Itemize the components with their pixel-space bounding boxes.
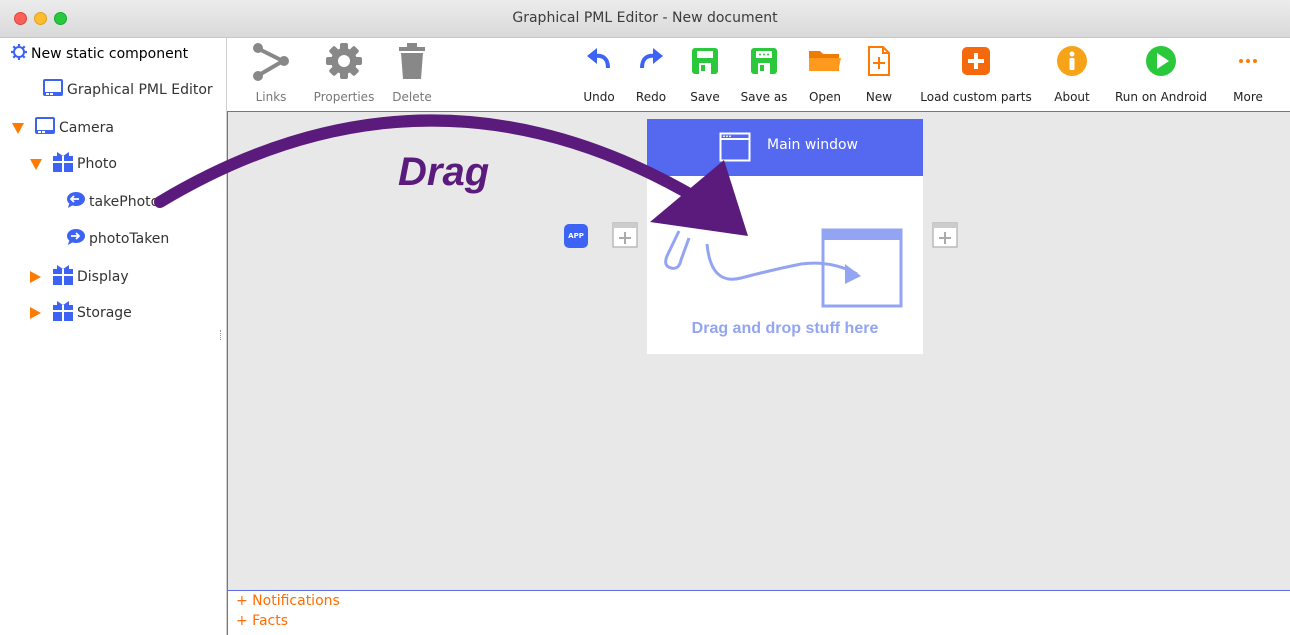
tree-item-label: Camera bbox=[59, 120, 114, 136]
redo-icon bbox=[636, 38, 666, 84]
new-button[interactable]: New bbox=[861, 38, 897, 111]
save-as-label: Save as bbox=[740, 90, 788, 104]
undo-label: Undo bbox=[583, 90, 615, 104]
drag-annotation-label: Drag bbox=[398, 150, 490, 194]
tree-item-label: Graphical PML Editor bbox=[67, 82, 213, 98]
bottom-panel: + Notifications + Facts bbox=[227, 590, 1290, 635]
tree-item-label: takePhoto bbox=[89, 194, 160, 210]
tree-item-takephoto[interactable]: takePhoto bbox=[66, 189, 159, 215]
add-icon bbox=[961, 38, 991, 84]
gear-icon bbox=[324, 38, 364, 84]
main-window-drop-zone[interactable]: Drag and drop stuff here bbox=[647, 176, 923, 354]
links-button[interactable]: Links bbox=[251, 38, 291, 111]
collapsed-arrow-icon[interactable] bbox=[30, 307, 41, 319]
save-as-icon bbox=[750, 38, 778, 84]
open-button[interactable]: Open bbox=[805, 38, 845, 111]
event-out-icon bbox=[66, 228, 86, 250]
expand-arrow-icon[interactable] bbox=[30, 158, 42, 170]
app-badge[interactable]: APP bbox=[564, 224, 588, 248]
new-file-icon bbox=[867, 38, 891, 84]
undo-button[interactable]: Undo bbox=[581, 38, 617, 111]
window-icon bbox=[719, 132, 751, 162]
load-custom-parts-button[interactable]: Load custom parts bbox=[915, 38, 1037, 111]
add-window-icon bbox=[612, 222, 638, 248]
add-window-left-button[interactable] bbox=[612, 222, 638, 248]
component-tree: New static component Graphical PML Edito… bbox=[0, 38, 227, 635]
package-icon bbox=[52, 151, 74, 177]
device-icon bbox=[34, 115, 56, 141]
add-window-right-button[interactable] bbox=[932, 222, 958, 248]
save-button[interactable]: Save bbox=[685, 38, 725, 111]
more-button[interactable]: More bbox=[1229, 38, 1267, 111]
notifications-toggle[interactable]: + Notifications bbox=[228, 591, 1290, 611]
toolbar: Links Properties Delete Undo Redo Save S… bbox=[227, 38, 1290, 112]
tree-item-label: Display bbox=[77, 269, 129, 285]
main-window-header[interactable]: Main window bbox=[647, 119, 923, 176]
about-button[interactable]: About bbox=[1051, 38, 1093, 111]
device-icon bbox=[42, 77, 64, 103]
window-titlebar: Graphical PML Editor - New document bbox=[0, 0, 1290, 38]
tree-item-photo[interactable]: Photo bbox=[30, 151, 117, 177]
tree-item-phototaken[interactable]: photoTaken bbox=[66, 226, 169, 252]
tree-item-storage[interactable]: Storage bbox=[30, 300, 132, 326]
undo-icon bbox=[584, 38, 614, 84]
links-icon bbox=[251, 38, 291, 84]
redo-button[interactable]: Redo bbox=[633, 38, 669, 111]
drag-drop-illustration-icon bbox=[664, 228, 903, 308]
tree-item-new-static-component[interactable]: New static component bbox=[10, 41, 188, 67]
expand-arrow-icon[interactable] bbox=[12, 122, 24, 134]
properties-button[interactable]: Properties bbox=[309, 38, 379, 111]
window-title: Graphical PML Editor - New document bbox=[512, 10, 778, 26]
tree-item-graphical-pml-editor[interactable]: Graphical PML Editor bbox=[42, 77, 213, 103]
tree-item-label: Storage bbox=[77, 305, 132, 321]
drop-hint-text: Drag and drop stuff here bbox=[691, 320, 879, 337]
tree-item-label: Photo bbox=[77, 156, 117, 172]
floppy-icon bbox=[691, 38, 719, 84]
more-dots-icon bbox=[1237, 38, 1259, 84]
package-icon bbox=[52, 264, 74, 290]
save-label: Save bbox=[690, 90, 720, 104]
delete-label: Delete bbox=[392, 90, 432, 104]
facts-toggle[interactable]: + Facts bbox=[228, 611, 1290, 631]
save-as-button[interactable]: Save as bbox=[739, 38, 789, 111]
new-label: New bbox=[865, 90, 893, 104]
open-label: Open bbox=[808, 90, 842, 104]
main-window-title: Main window bbox=[767, 137, 858, 153]
more-label: More bbox=[1233, 90, 1263, 104]
load-custom-parts-label: Load custom parts bbox=[920, 90, 1032, 104]
splitter-grip[interactable] bbox=[220, 330, 224, 340]
tree-item-camera[interactable]: Camera bbox=[12, 115, 114, 141]
event-in-icon bbox=[66, 191, 86, 213]
redo-label: Redo bbox=[635, 90, 667, 104]
properties-label: Properties bbox=[313, 90, 375, 104]
run-on-android-label: Run on Android bbox=[1115, 90, 1207, 104]
trash-icon bbox=[397, 38, 427, 84]
gear-outline-icon bbox=[10, 43, 28, 65]
add-window-icon bbox=[932, 222, 958, 248]
run-on-android-button[interactable]: Run on Android bbox=[1107, 38, 1215, 111]
links-label: Links bbox=[255, 90, 287, 104]
tree-item-label: photoTaken bbox=[89, 231, 170, 247]
package-icon bbox=[52, 300, 74, 326]
tree-item-label: New static component bbox=[31, 46, 189, 62]
delete-button[interactable]: Delete bbox=[389, 38, 435, 111]
collapsed-arrow-icon[interactable] bbox=[30, 271, 41, 283]
about-label: About bbox=[1054, 90, 1090, 104]
folder-icon bbox=[808, 38, 842, 84]
info-icon bbox=[1056, 38, 1088, 84]
play-icon bbox=[1145, 38, 1177, 84]
tree-item-display[interactable]: Display bbox=[30, 264, 129, 290]
